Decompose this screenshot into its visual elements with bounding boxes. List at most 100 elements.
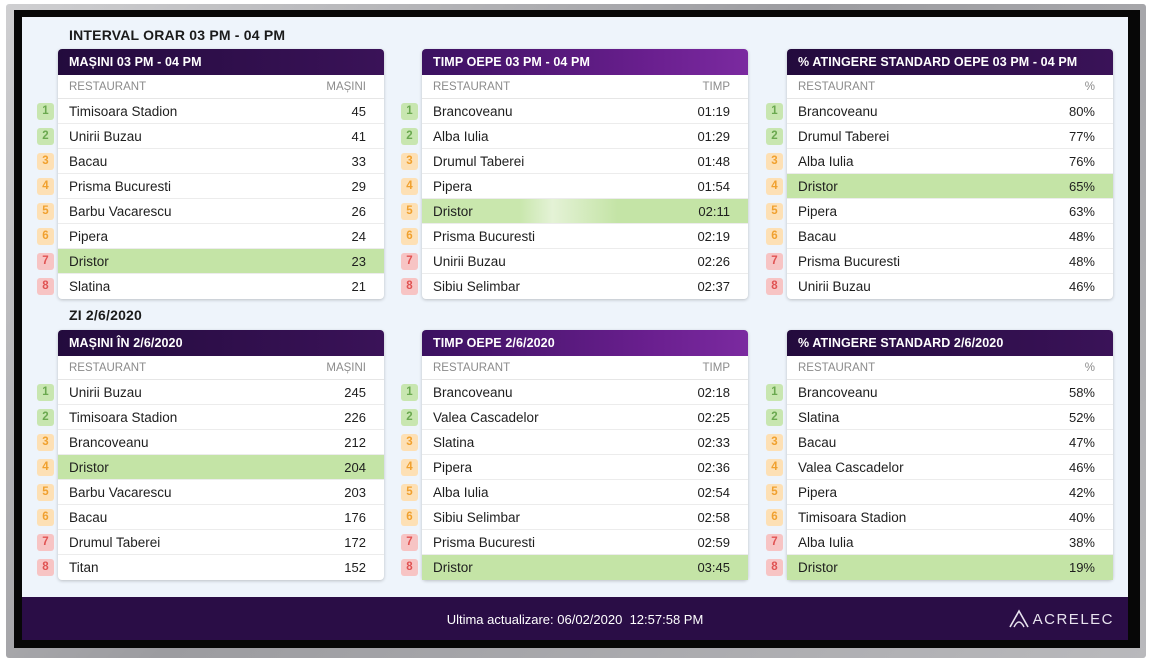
row-value: 01:29: [697, 129, 730, 144]
table-row: 2 Alba Iulia 01:29: [401, 124, 748, 149]
table-row: 7 Dristor 23: [37, 249, 384, 274]
restaurant-name: Dristor: [798, 560, 838, 575]
rank-badge: 7: [401, 253, 418, 270]
column-header: RESTAURANT TIMP: [422, 75, 748, 99]
table-row: 5 Barbu Vacarescu 203: [37, 480, 384, 505]
row-value: 212: [344, 435, 366, 450]
row-value: 204: [344, 460, 366, 475]
row-value: 19%: [1068, 560, 1095, 575]
restaurant-name: Unirii Buzau: [798, 279, 871, 294]
rank-badge: 5: [401, 484, 418, 501]
restaurant-name: Prisma Bucuresti: [433, 535, 536, 550]
restaurant-name: Dristor: [69, 254, 109, 269]
row-value: 203: [344, 485, 366, 500]
panel-standard-day: % ATINGERE STANDARD 2/6/2020 RESTAURANT …: [766, 330, 1113, 580]
restaurant-name: Slatina: [433, 435, 475, 450]
row-value: 02:36: [697, 460, 730, 475]
restaurant-name: Timisoara Stadion: [69, 104, 178, 119]
acrelec-logo-text: ACRELEC: [1032, 610, 1114, 628]
row-value: 03:45: [697, 560, 730, 575]
last-update: Ultima actualizare: 06/02/2020 12:57:58 …: [22, 597, 1128, 640]
column-header-value: %: [1084, 81, 1095, 93]
section-title-day: ZI 2/6/2020: [69, 307, 143, 323]
rank-badge: 3: [766, 153, 783, 170]
restaurant-name: Dristor: [798, 179, 838, 194]
table-row: 3 Bacau 33: [37, 149, 384, 174]
restaurant-name: Pipera: [798, 485, 838, 500]
rank-badge: 4: [37, 178, 54, 195]
restaurant-name: Pipera: [433, 179, 473, 194]
table-row: 6 Prisma Bucuresti 02:19: [401, 224, 748, 249]
restaurant-name: Pipera: [798, 204, 838, 219]
column-header-value: TIMP: [702, 362, 730, 374]
table-row: 5 Alba Iulia 02:54: [401, 480, 748, 505]
table-row: 1 Brancoveanu 02:18: [401, 380, 748, 405]
table-row: 7 Prisma Bucuresti 48%: [766, 249, 1113, 274]
rank-badge: 3: [37, 434, 54, 451]
row-value: 52%: [1068, 410, 1095, 425]
rank-badge: 5: [37, 203, 54, 220]
row-value: 33: [351, 154, 366, 169]
panel-time-day: TIMP OEPE 2/6/2020 RESTAURANT TIMP 1 Bra…: [401, 330, 748, 580]
table-row: 5 Pipera 63%: [766, 199, 1113, 224]
table-row: 4 Pipera 02:36: [401, 455, 748, 480]
rank-badge: 7: [401, 534, 418, 551]
rank-badge: 5: [766, 203, 783, 220]
rank-badge: 6: [401, 228, 418, 245]
row-value: 02:54: [697, 485, 730, 500]
row-value: 45: [351, 104, 366, 119]
rank-badge: 4: [401, 459, 418, 476]
row-value: 01:48: [697, 154, 730, 169]
restaurant-name: Bacau: [69, 510, 108, 525]
restaurant-name: Dristor: [433, 204, 473, 219]
table-row: 8 Dristor 19%: [766, 555, 1113, 580]
table-row: 4 Dristor 65%: [766, 174, 1113, 199]
rank-badge: 8: [766, 278, 783, 295]
row-value: 76%: [1068, 154, 1095, 169]
column-header: RESTAURANT MAȘINI: [58, 75, 384, 99]
row-value: 46%: [1068, 460, 1095, 475]
rank-badge: 4: [401, 178, 418, 195]
rank-badge: 4: [766, 459, 783, 476]
restaurant-name: Barbu Vacarescu: [69, 485, 172, 500]
rank-badge: 4: [37, 459, 54, 476]
rank-badge: 3: [401, 434, 418, 451]
restaurant-name: Valea Cascadelor: [798, 460, 904, 475]
row-value: 26: [351, 204, 366, 219]
table-row: 6 Pipera 24: [37, 224, 384, 249]
table-row: 2 Drumul Taberei 77%: [766, 124, 1113, 149]
acrelec-logo: ACRELEC: [1008, 609, 1114, 629]
restaurant-name: Unirii Buzau: [69, 385, 142, 400]
table-row: 2 Slatina 52%: [766, 405, 1113, 430]
table-row: 2 Valea Cascadelor 02:25: [401, 405, 748, 430]
panel-title: MAȘINI 03 PM - 04 PM: [58, 49, 384, 75]
rank-badge: 2: [766, 128, 783, 145]
restaurant-name: Alba Iulia: [798, 535, 854, 550]
restaurant-name: Sibiu Selimbar: [433, 510, 521, 525]
table-row: 3 Bacau 47%: [766, 430, 1113, 455]
table-row: 8 Titan 152: [37, 555, 384, 580]
rank-badge: 8: [766, 559, 783, 576]
rank-badge: 8: [401, 278, 418, 295]
column-header-value: MAȘINI: [326, 81, 366, 93]
last-update-time: 12:57:58 PM: [629, 612, 704, 627]
table-row: 1 Brancoveanu 80%: [766, 99, 1113, 124]
table-row: 1 Unirii Buzau 245: [37, 380, 384, 405]
table-row: 4 Pipera 01:54: [401, 174, 748, 199]
panel-time-interval: TIMP OEPE 03 PM - 04 PM RESTAURANT TIMP …: [401, 49, 748, 299]
rank-badge: 7: [766, 253, 783, 270]
rank-badge: 6: [37, 509, 54, 526]
restaurant-name: Prisma Bucuresti: [433, 229, 536, 244]
table-row: 2 Unirii Buzau 41: [37, 124, 384, 149]
column-header-restaurant: RESTAURANT: [433, 81, 511, 93]
rank-badge: 3: [401, 153, 418, 170]
last-update-date: 06/02/2020: [557, 612, 623, 627]
restaurant-name: Prisma Bucuresti: [69, 179, 172, 194]
restaurant-name: Alba Iulia: [798, 154, 854, 169]
rank-badge: 4: [766, 178, 783, 195]
row-value: 02:25: [697, 410, 730, 425]
row-value: 77%: [1068, 129, 1095, 144]
row-value: 176: [344, 510, 366, 525]
rank-badge: 6: [401, 509, 418, 526]
restaurant-name: Drumul Taberei: [798, 129, 890, 144]
